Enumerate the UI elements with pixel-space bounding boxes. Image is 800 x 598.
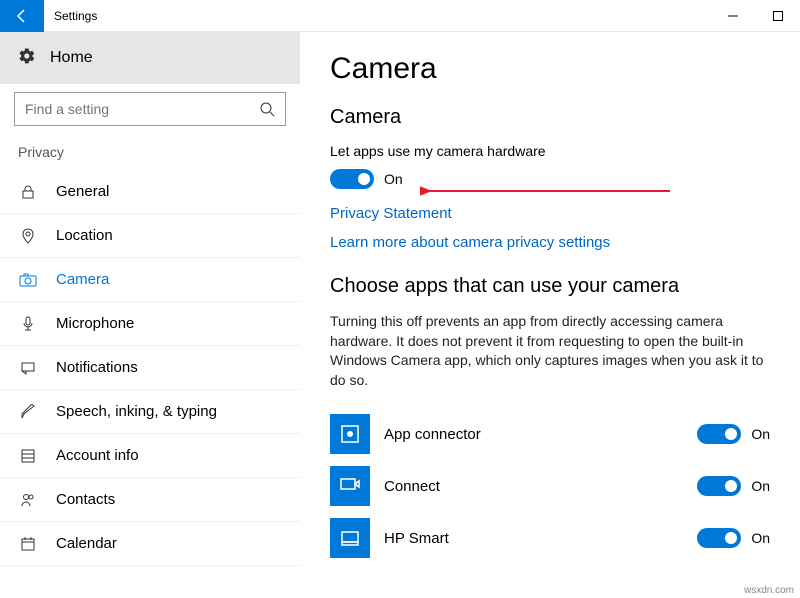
search-field[interactable] [25, 101, 259, 117]
app-name-label: App connector [384, 426, 697, 443]
sidebar-item-label: General [56, 183, 109, 200]
minimize-button[interactable] [710, 0, 755, 32]
sidebar-item-label: Microphone [56, 315, 134, 332]
app-row-hp-smart: HP Smart On [330, 512, 770, 564]
sidebar-item-speech[interactable]: Speech, inking, & typing [0, 390, 300, 434]
toggle-state-label: On [384, 171, 403, 187]
app-row-connect: Connect On [330, 460, 770, 512]
sidebar-item-notifications[interactable]: Notifications [0, 346, 300, 390]
page-title: Camera [330, 52, 770, 86]
choose-apps-description: Turning this off prevents an app from di… [330, 312, 770, 390]
choose-apps-title: Choose apps that can use your camera [330, 275, 770, 298]
gear-icon [18, 47, 36, 70]
notifications-icon [18, 360, 38, 376]
watermark: wsxdn.com [744, 585, 794, 596]
sidebar-item-calendar[interactable]: Calendar [0, 522, 300, 566]
contacts-icon [18, 492, 38, 508]
sidebar-item-contacts[interactable]: Contacts [0, 478, 300, 522]
toggle-state-label: On [751, 478, 770, 494]
sidebar-item-microphone[interactable]: Microphone [0, 302, 300, 346]
window-controls [710, 0, 800, 32]
search-icon [259, 101, 275, 117]
sidebar-item-location[interactable]: Location [0, 214, 300, 258]
sidebar-item-label: Account info [56, 447, 139, 464]
app-connector-toggle[interactable] [697, 424, 741, 444]
sidebar-item-general[interactable]: General [0, 170, 300, 214]
sidebar-item-label: Contacts [56, 491, 115, 508]
speech-icon [18, 404, 38, 420]
location-icon [18, 228, 38, 244]
account-icon [18, 448, 38, 464]
arrow-left-icon [14, 8, 30, 24]
app-name-label: Connect [384, 478, 697, 495]
toggle-state-label: On [751, 530, 770, 546]
section-title: Camera [330, 106, 770, 129]
app-connector-icon [330, 414, 370, 454]
camera-icon [18, 273, 38, 287]
content-area: Camera Camera Let apps use my camera har… [300, 32, 800, 598]
calendar-icon [18, 536, 38, 552]
sidebar-section-label: Privacy [0, 144, 300, 170]
toggle-state-label: On [751, 426, 770, 442]
sidebar-item-label: Camera [56, 271, 109, 288]
setting-description: Let apps use my camera hardware [330, 143, 770, 159]
sidebar-item-label: Notifications [56, 359, 138, 376]
sidebar-item-account[interactable]: Account info [0, 434, 300, 478]
home-label: Home [50, 49, 93, 67]
sidebar: Home Privacy General Location Camera Mic… [0, 32, 300, 598]
learn-more-link[interactable]: Learn more about camera privacy settings [330, 234, 770, 251]
hp-smart-toggle[interactable] [697, 528, 741, 548]
maximize-button[interactable] [755, 0, 800, 32]
titlebar: Settings [0, 0, 800, 32]
home-button[interactable]: Home [0, 32, 300, 84]
privacy-statement-link[interactable]: Privacy Statement [330, 205, 770, 222]
back-button[interactable] [0, 0, 44, 32]
hp-smart-icon [330, 518, 370, 558]
window-title: Settings [44, 9, 97, 23]
sidebar-item-camera[interactable]: Camera [0, 258, 300, 302]
connect-icon [330, 466, 370, 506]
microphone-icon [18, 316, 38, 332]
app-row-app-connector: App connector On [330, 408, 770, 460]
lock-icon [18, 184, 38, 200]
search-input[interactable] [14, 92, 286, 126]
sidebar-item-label: Calendar [56, 535, 117, 552]
sidebar-item-label: Speech, inking, & typing [56, 403, 217, 420]
camera-master-toggle[interactable] [330, 169, 374, 189]
sidebar-item-label: Location [56, 227, 113, 244]
app-name-label: HP Smart [384, 530, 697, 547]
connect-toggle[interactable] [697, 476, 741, 496]
